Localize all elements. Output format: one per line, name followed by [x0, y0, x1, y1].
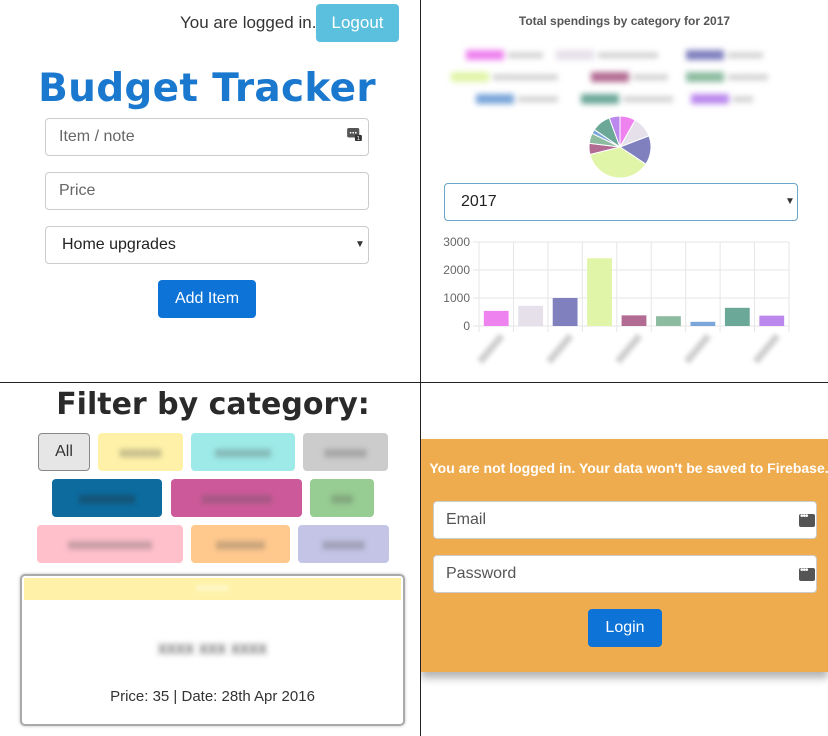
chevron-down-icon: ▼	[785, 196, 795, 207]
password-input[interactable]	[433, 555, 817, 593]
year-select[interactable]: 2017	[444, 183, 798, 221]
item-card-meta: Price: 35 | Date: 28th Apr 2016	[110, 688, 315, 705]
bar	[552, 298, 578, 326]
password-manager-icon[interactable]	[799, 565, 815, 581]
quadrant-divider-horizontal	[0, 382, 828, 383]
bar	[724, 307, 750, 326]
bar	[621, 315, 647, 326]
logout-button[interactable]: Logout	[316, 4, 399, 42]
y-tick-label: 0	[463, 319, 470, 333]
x-tick-label	[615, 333, 643, 364]
item-input[interactable]	[45, 118, 369, 156]
svg-text:1: 1	[357, 136, 360, 141]
bar	[759, 315, 785, 326]
y-tick-label: 2000	[443, 263, 470, 277]
add-item-button[interactable]: Add Item	[158, 280, 256, 318]
year-select-value: 2017	[461, 193, 497, 210]
login-status-text: You are logged in.	[180, 13, 317, 32]
quadrant-divider-vertical	[420, 0, 421, 736]
y-tick-label: 3000	[443, 235, 470, 249]
filter-category-button[interactable]: xxxxxxx	[191, 525, 290, 563]
filter-title: Filter by category:	[56, 387, 370, 422]
bar	[587, 258, 612, 326]
category-select[interactable]: Home upgrades	[45, 226, 369, 264]
filter-category-button[interactable]: xxxxxxxx	[191, 433, 295, 471]
bar	[656, 316, 681, 326]
chart-legend: xxxxxxx xxxxxxxxxxxx xxxxxxx xxxxxxxxxxx…	[421, 42, 828, 112]
bar	[483, 310, 509, 326]
not-logged-in-message: You are not logged in. Your data won't b…	[429, 460, 828, 476]
item-card[interactable]: xxxxxx xxxx xxx xxxx Price: 35 | Date: 2…	[20, 574, 405, 726]
pie-chart	[588, 115, 652, 179]
app-title: Budget Tracker	[38, 66, 376, 111]
filter-category-button[interactable]: xxxxxxxxxxxx	[37, 525, 183, 563]
filter-category-button[interactable]: xxxxxxxxxx	[171, 479, 302, 517]
filter-category-button[interactable]: xxxxxxxx	[52, 479, 162, 517]
x-tick-label	[683, 333, 712, 364]
email-input[interactable]	[433, 501, 817, 539]
category-select-value: Home upgrades	[62, 236, 176, 253]
budget-tracker-panel: You are logged in. Logout Budget Tracker…	[0, 0, 420, 382]
x-tick-label	[752, 333, 781, 364]
chevron-down-icon: ▼	[355, 239, 365, 250]
chart-panel: Total spendings by category for 2017 xxx…	[421, 0, 828, 382]
filter-category-button[interactable]: xxx	[310, 479, 374, 517]
y-tick-label: 1000	[443, 291, 470, 305]
login-button[interactable]: Login	[588, 609, 662, 647]
item-card-header: xxxxxx	[24, 578, 401, 600]
chart-title: Total spendings by category for 2017	[518, 14, 731, 28]
price-input[interactable]	[45, 172, 369, 210]
x-tick-label	[477, 333, 505, 364]
item-card-title: xxxx xxx xxxx	[157, 638, 267, 658]
filter-panel: Filter by category: All xxxxxx xxxxxxxx …	[0, 383, 420, 736]
x-tick-label	[546, 333, 574, 364]
login-box: You are not logged in. Your data won't b…	[421, 439, 828, 672]
filter-category-button[interactable]: xxxxxx	[98, 433, 183, 471]
keyboard-icon[interactable]: 1	[346, 128, 363, 141]
bar-chart: 0 1000 2000 3000	[443, 235, 790, 364]
filter-category-button[interactable]: xxxxxx	[303, 433, 388, 471]
filter-all-button[interactable]: All	[38, 433, 90, 471]
bar	[518, 305, 544, 326]
login-panel: You are not logged in. Your data won't b…	[421, 383, 828, 736]
bar	[690, 321, 716, 326]
password-manager-icon[interactable]	[799, 511, 815, 527]
filter-category-button[interactable]: xxxxxx	[298, 525, 389, 563]
